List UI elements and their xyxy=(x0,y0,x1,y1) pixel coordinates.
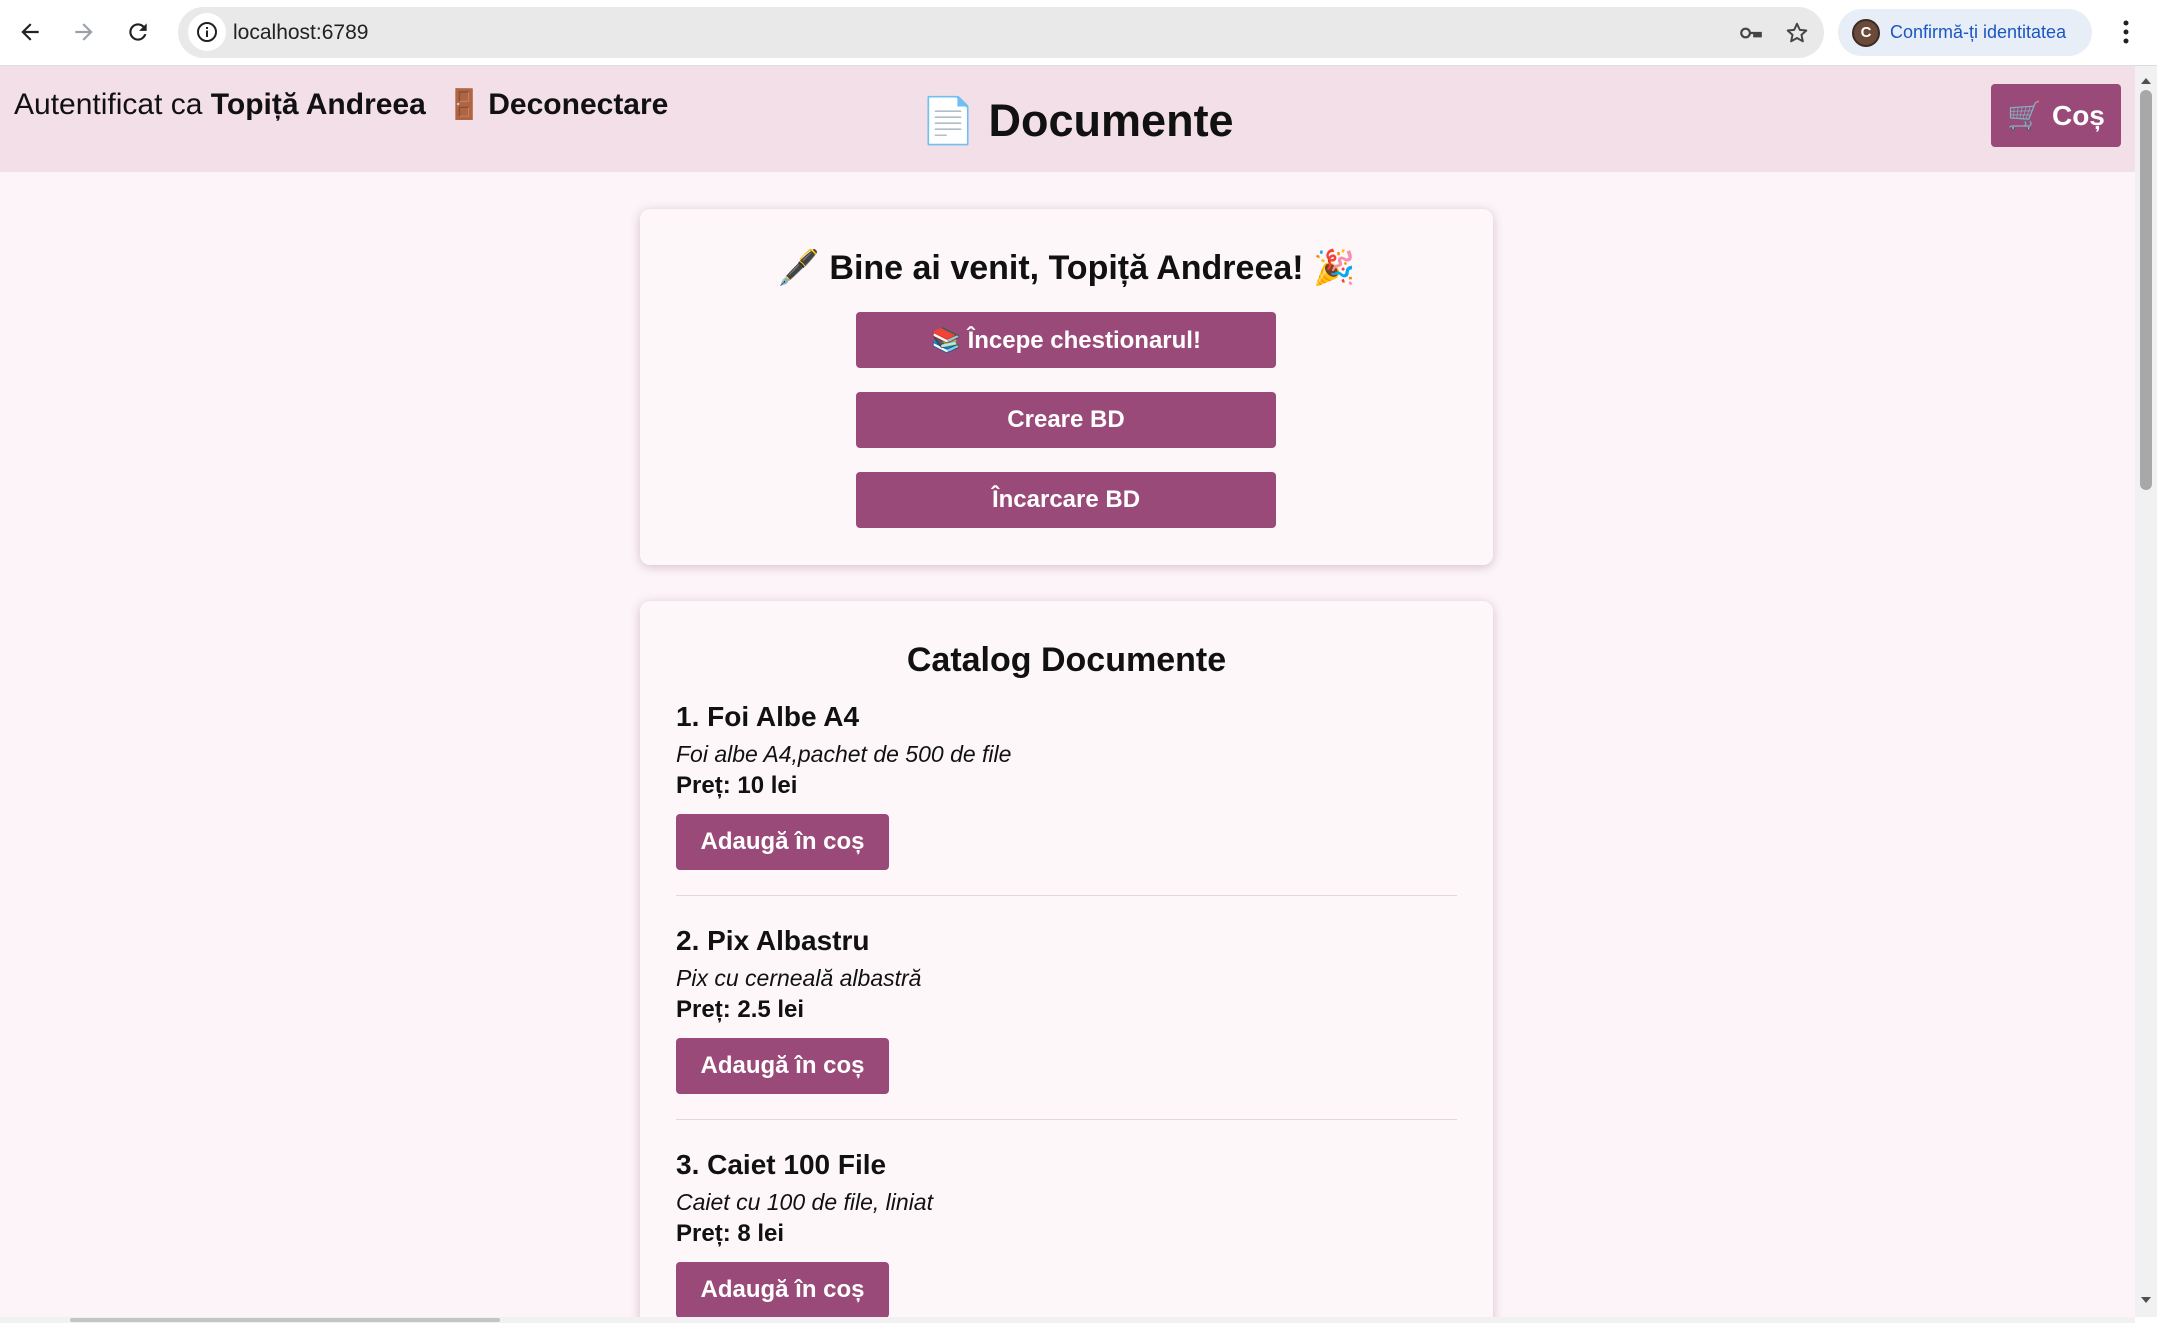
site-info-button[interactable] xyxy=(188,13,226,51)
product-price: Preț: 10 lei xyxy=(676,772,798,799)
page-title: 📄 Documente xyxy=(920,94,1234,147)
star-icon xyxy=(1786,22,1808,43)
create-db-button[interactable]: Creare BD xyxy=(856,392,1276,448)
kebab-menu-icon xyxy=(2123,20,2129,44)
welcome-card: 🖋️ Bine ai venit, Topiță Andreea! 🎉 📚 În… xyxy=(640,209,1493,565)
page-viewport: Autentificat ca Topiță Andreea 🚪 Deconect… xyxy=(0,66,2135,1317)
door-icon: 🚪 xyxy=(446,89,483,121)
catalog-card: Catalog Documente 1. Foi Albe A4 Foi alb… xyxy=(640,601,1493,1317)
product-price: Preț: 8 lei xyxy=(676,1220,785,1247)
address-bar[interactable]: localhost:6789 xyxy=(178,7,1824,58)
add-to-cart-button[interactable]: Adaugă în coș xyxy=(676,814,889,870)
product-name: 3. Caiet 100 File xyxy=(676,1149,887,1180)
logout-link[interactable]: 🚪 Deconectare xyxy=(434,88,668,121)
vertical-scrollbar[interactable] xyxy=(2135,66,2157,1317)
welcome-title: 🖋️ Bine ai venit, Topiță Andreea! 🎉 xyxy=(777,249,1356,287)
arrow-left-icon xyxy=(21,23,39,41)
product-name: 2. Pix Albastru xyxy=(676,925,870,956)
cart-button[interactable]: 🛒 Coș xyxy=(1991,84,2121,147)
profile-label: Confirmă-ți identitatea xyxy=(1890,22,2067,42)
product-description: Caiet cu 100 de file, liniat xyxy=(676,1189,933,1215)
load-db-button[interactable]: Încarcare BD xyxy=(856,472,1276,528)
password-key-button[interactable] xyxy=(1736,18,1766,48)
reload-icon xyxy=(129,23,147,41)
product-price: Preț: 2.5 lei xyxy=(676,996,805,1023)
info-icon xyxy=(197,22,217,42)
browser-menu-button[interactable] xyxy=(2108,12,2144,52)
app-header: Autentificat ca Topiță Andreea 🚪 Deconect… xyxy=(0,66,2135,172)
url-text[interactable]: localhost:6789 xyxy=(233,7,368,58)
scroll-up-arrow-icon[interactable] xyxy=(2139,74,2153,88)
arrow-right-icon xyxy=(75,23,93,41)
divider xyxy=(676,895,1457,896)
profile-avatar: C xyxy=(1852,18,1880,47)
auth-prefix: Autentificat ca xyxy=(14,88,203,121)
forward-button[interactable] xyxy=(62,10,106,54)
key-icon xyxy=(1740,27,1762,39)
logout-label: Deconectare xyxy=(488,88,669,121)
auth-status: Autentificat ca Topiță Andreea 🚪 Deconect… xyxy=(14,88,668,122)
add-to-cart-button[interactable]: Adaugă în coș xyxy=(676,1038,889,1094)
product-description: Pix cu cerneală albastră xyxy=(676,965,922,991)
product-description: Foi albe A4,pachet de 500 de file xyxy=(676,741,1012,767)
document-icon: 📄 xyxy=(920,95,977,146)
scrollbar-thumb[interactable] xyxy=(2140,90,2152,490)
scroll-down-arrow-icon[interactable] xyxy=(2139,1293,2153,1307)
back-button[interactable] xyxy=(8,10,52,54)
add-to-cart-button[interactable]: Adaugă în coș xyxy=(676,1262,889,1317)
horizontal-scrollbar-thumb[interactable] xyxy=(70,1318,500,1322)
catalog-title: Catalog Documente xyxy=(906,641,1227,679)
bookmark-star-button[interactable] xyxy=(1782,18,1812,48)
cart-label: Coș xyxy=(2051,99,2105,131)
cart-icon: 🛒 xyxy=(2007,100,2042,131)
product-name: 1. Foi Albe A4 xyxy=(676,701,860,732)
start-quiz-button[interactable]: 📚 Începe chestionarul! xyxy=(856,312,1276,368)
user-name: Topiță Andreea xyxy=(210,88,426,121)
browser-toolbar: localhost:6789 C Confirmă-ți identitatea xyxy=(0,0,2157,66)
reload-button[interactable] xyxy=(116,10,160,54)
horizontal-scrollbar[interactable] xyxy=(0,1317,2135,1323)
profile-chip[interactable]: C Confirmă-ți identitatea xyxy=(1838,9,2092,56)
page-title-text: Documente xyxy=(988,95,1234,146)
divider xyxy=(676,1119,1457,1120)
